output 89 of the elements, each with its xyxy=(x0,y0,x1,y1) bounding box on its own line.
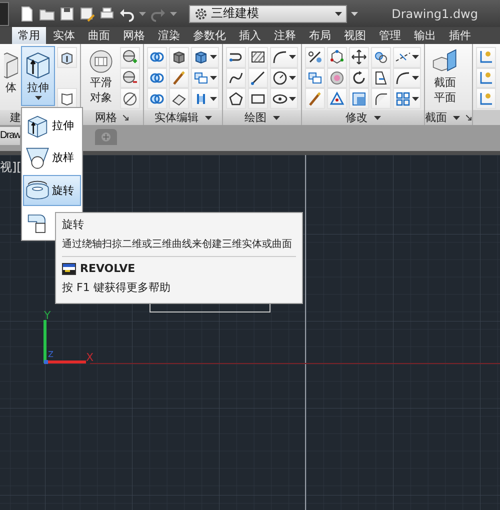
caret-icon[interactable] xyxy=(374,116,380,120)
ribbon-tab[interactable]: 参数化 xyxy=(187,27,232,44)
target-icon[interactable] xyxy=(329,70,345,86)
arc-icon[interactable] xyxy=(395,70,411,86)
ribbon-tab[interactable]: 布局 xyxy=(303,27,337,44)
panel-title: 实体编辑 xyxy=(154,110,198,125)
circle-icon[interactable] xyxy=(272,70,288,86)
percent-icon[interactable] xyxy=(307,49,323,66)
circle-icon[interactable] xyxy=(122,90,138,107)
new-file-icon[interactable] xyxy=(19,6,35,22)
axis-icon[interactable] xyxy=(478,49,494,66)
caret-icon[interactable] xyxy=(289,76,296,80)
curve-icon[interactable] xyxy=(228,70,244,86)
caret-icon[interactable] xyxy=(412,76,419,80)
menu-item[interactable]: 放样 xyxy=(23,142,81,173)
line-icon[interactable] xyxy=(250,70,266,86)
help-hint: 按 F1 键获得更多帮助 xyxy=(62,280,172,295)
ribbon-tab[interactable]: 渲染 xyxy=(152,27,186,44)
caret-icon[interactable] xyxy=(210,55,217,60)
print-icon[interactable] xyxy=(99,6,115,22)
caret-icon[interactable] xyxy=(34,96,42,100)
axis-label: X xyxy=(86,351,94,364)
caret-icon[interactable] xyxy=(289,55,296,60)
ribbon-button[interactable]: 体 xyxy=(3,46,19,106)
window-title: Drawing1.dwg xyxy=(392,6,478,20)
panel-title: 网格 xyxy=(95,110,117,125)
tooltip-description: 通过绕轴扫掠二维或三维曲线来创建三维实体或曲面 xyxy=(62,238,292,251)
panel-title: 绘图 xyxy=(244,110,266,125)
launcher-icon[interactable] xyxy=(123,114,129,120)
ribbon-tab[interactable]: 插入 xyxy=(233,27,267,44)
axis-icon[interactable] xyxy=(478,90,494,107)
arc-icon[interactable] xyxy=(373,90,389,107)
tooltip-title: 旋转 xyxy=(62,217,85,232)
caret-icon[interactable] xyxy=(412,96,419,101)
save-as-icon[interactable] xyxy=(79,6,95,22)
ribbon-tab[interactable]: 视图 xyxy=(338,27,372,44)
sphere-icon[interactable] xyxy=(122,49,138,66)
panel-title: 截面 xyxy=(425,110,447,125)
ribbon-tab[interactable]: 曲面 xyxy=(82,27,116,44)
caret-icon[interactable] xyxy=(453,116,460,120)
caret-icon[interactable] xyxy=(210,96,217,101)
ribbon-tab[interactable]: 常用 xyxy=(12,27,46,44)
pentagon-icon[interactable] xyxy=(228,90,244,107)
axis-label: Z xyxy=(48,350,54,359)
caret-icon[interactable] xyxy=(351,12,358,16)
viewport-label[interactable]: 视][ xyxy=(0,159,22,176)
caret-icon[interactable] xyxy=(412,55,419,60)
ribbon-tab[interactable]: 实体 xyxy=(47,27,81,44)
ucs-icon xyxy=(44,320,86,364)
application-button[interactable] xyxy=(0,2,9,26)
gear-icon xyxy=(194,6,208,20)
ribbon-tab[interactable]: 管理 xyxy=(373,27,407,44)
loft-icon xyxy=(25,145,50,170)
rings-icon[interactable] xyxy=(373,49,389,66)
stretch-icon[interactable] xyxy=(373,70,389,86)
brush-icon[interactable] xyxy=(307,90,323,107)
caret-icon[interactable] xyxy=(210,76,217,80)
brush-icon[interactable] xyxy=(171,70,187,86)
square-icon[interactable] xyxy=(351,90,367,107)
command-name: REVOLVE xyxy=(80,262,136,275)
plus-icon xyxy=(101,132,111,142)
ribbon-tab[interactable]: 输出 xyxy=(408,27,442,44)
ribbon-tab[interactable]: 注释 xyxy=(268,27,302,44)
grid-icon[interactable] xyxy=(395,90,411,107)
ribbon-button[interactable]: 拉伸 xyxy=(21,46,55,106)
launcher-icon[interactable] xyxy=(466,114,472,120)
ribbon-button[interactable]: 截面平面 xyxy=(428,46,462,106)
caret-icon[interactable] xyxy=(272,116,280,120)
triangle-icon[interactable] xyxy=(329,90,345,107)
panel-title: 修改 xyxy=(346,110,368,125)
move-icon[interactable] xyxy=(351,49,367,66)
caret-icon[interactable] xyxy=(289,96,296,101)
ribbon-tab[interactable]: 网格 xyxy=(117,27,151,44)
panel-title: 建 xyxy=(10,110,21,125)
axis-icon[interactable] xyxy=(478,70,494,86)
axis-label: Y xyxy=(44,309,51,322)
ribbon-tab[interactable]: 插件 xyxy=(443,27,477,44)
stack-icon[interactable] xyxy=(307,70,323,86)
arc-icon[interactable] xyxy=(272,49,288,66)
hatch-icon[interactable] xyxy=(250,49,266,66)
menu-item[interactable]: 旋转 xyxy=(23,175,81,206)
save-icon[interactable] xyxy=(59,6,75,22)
sphere-icon[interactable] xyxy=(122,70,138,86)
caret-icon[interactable] xyxy=(335,12,342,16)
menu-item[interactable]: 拉伸 xyxy=(23,110,81,140)
caret-icon[interactable] xyxy=(204,116,212,120)
stack-icon[interactable] xyxy=(193,70,209,86)
command-icon xyxy=(62,262,76,274)
workspace-dropdown[interactable]: 三维建模 xyxy=(189,4,347,22)
